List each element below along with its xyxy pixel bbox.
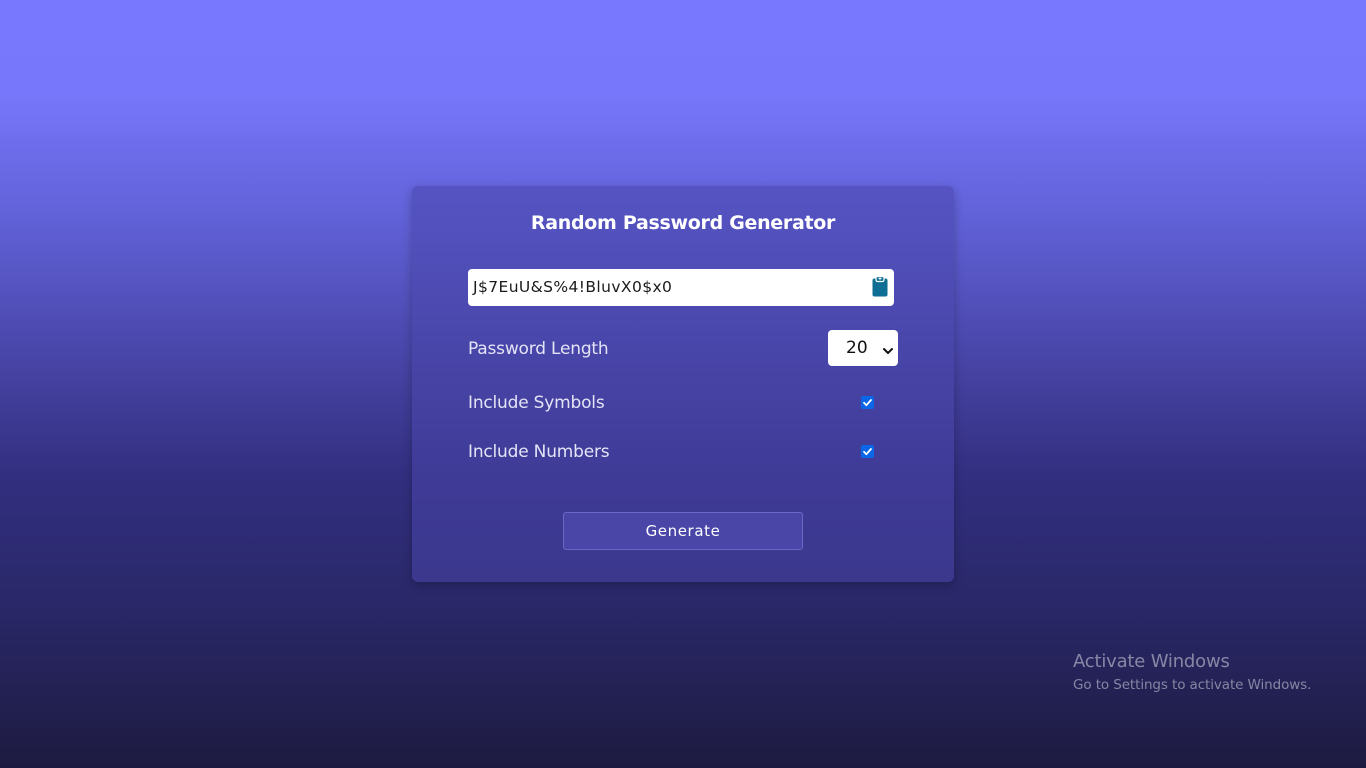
password-output-field[interactable]: J$7EuU&S%4!BluvX0$x0 — [468, 269, 894, 306]
page-title: Random Password Generator — [530, 212, 836, 234]
include-symbols-label: Include Symbols — [468, 393, 605, 413]
watermark-title: Activate Windows — [1073, 651, 1230, 672]
password-length-label: Password Length — [468, 339, 609, 359]
password-generator-card: Random Password Generator J$7EuU&S%4!Blu… — [412, 186, 954, 582]
chevron-down-icon — [882, 342, 894, 354]
checkmark-icon — [863, 448, 872, 456]
checkmark-icon — [863, 399, 872, 407]
password-output-text[interactable]: J$7EuU&S%4!BluvX0$x0 — [473, 278, 672, 296]
include-symbols-checkbox[interactable] — [861, 396, 874, 409]
watermark-subtitle: Go to Settings to activate Windows. — [1073, 677, 1312, 693]
include-numbers-checkbox[interactable] — [861, 445, 874, 458]
activate-windows-watermark: Activate Windows Go to Settings to activ… — [1073, 651, 1311, 693]
password-length-select[interactable]: 20 — [828, 330, 898, 366]
password-length-value: 20 — [846, 338, 868, 358]
include-numbers-label: Include Numbers — [468, 442, 610, 462]
generate-button[interactable]: Generate — [563, 512, 803, 550]
clipboard-icon[interactable] — [872, 275, 888, 297]
